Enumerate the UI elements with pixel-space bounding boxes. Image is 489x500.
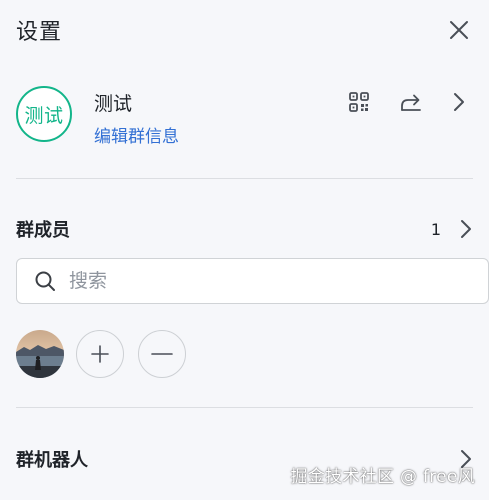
settings-panel: 设置 测试 测试 编辑群信息 群成员 1 搜索 群机器人 掘金技术社区 @ fr…: [0, 0, 489, 500]
minus-icon: [151, 353, 173, 355]
search-icon: [33, 269, 57, 293]
group-name: 测试: [94, 93, 133, 115]
plus-icon: [91, 345, 109, 363]
qrcode-icon: [349, 92, 369, 112]
group-avatar[interactable]: 测试: [16, 86, 72, 142]
member-list: [16, 329, 200, 379]
chevron-right-icon: [461, 220, 471, 238]
divider: [16, 178, 473, 179]
close-icon: [450, 21, 468, 39]
members-open-button[interactable]: 1: [431, 218, 473, 240]
chevron-right-icon: [454, 93, 464, 111]
group-actions: [345, 88, 473, 116]
panel-header: 设置: [16, 14, 473, 46]
members-title: 群成员: [16, 220, 70, 241]
divider: [16, 407, 473, 408]
qrcode-button[interactable]: [345, 88, 373, 116]
share-button[interactable]: [397, 88, 425, 116]
group-info: 测试 测试 编辑群信息: [16, 86, 473, 148]
members-header: 群成员 1: [16, 214, 473, 244]
member-avatar[interactable]: [16, 330, 64, 378]
share-icon: [401, 94, 421, 111]
member-search-box[interactable]: [16, 258, 489, 304]
group-detail-button[interactable]: [445, 88, 473, 116]
panel-title: 设置: [16, 20, 63, 45]
member-search-input[interactable]: [67, 269, 431, 293]
edit-group-info-link[interactable]: 编辑群信息: [94, 122, 179, 147]
add-member-button[interactable]: [76, 330, 124, 378]
remove-member-button[interactable]: [138, 330, 186, 378]
bots-title: 群机器人: [16, 450, 88, 471]
member-count: 1: [430, 219, 441, 239]
watermark: 掘金技术社区 @ free风: [290, 467, 475, 487]
close-button[interactable]: [445, 16, 473, 44]
